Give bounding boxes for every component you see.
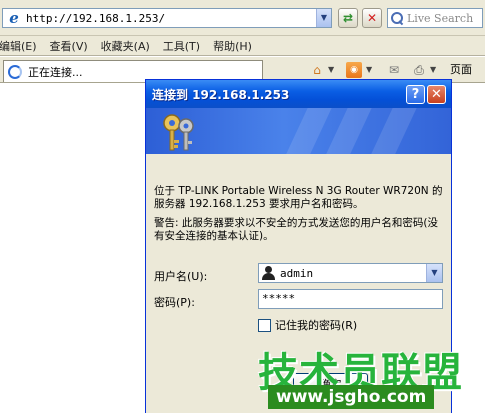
- menu-tools[interactable]: 工具(T): [163, 38, 200, 54]
- password-input[interactable]: *****: [258, 289, 443, 309]
- security-warning: 警告: 此服务器要求以不安全的方式发送您的用户名和密码(没有安全连接的基本认证)…: [154, 217, 438, 242]
- address-bar-row: e http://192.168.1.253/ ▼ ⇄ ✕ Live Searc…: [0, 0, 485, 36]
- close-button[interactable]: ✕: [427, 85, 446, 104]
- banner-stripe: [279, 108, 337, 154]
- search-icon: [390, 11, 404, 25]
- remember-password[interactable]: 记住我的密码(R): [258, 317, 357, 333]
- feed-icon[interactable]: ◉: [346, 62, 362, 78]
- loading-icon: [8, 64, 22, 79]
- search-input[interactable]: Live Search: [407, 12, 473, 25]
- dialog-banner: [146, 108, 451, 154]
- banner-stripe: [364, 108, 422, 154]
- home-dropdown-icon[interactable]: ▼: [328, 62, 334, 78]
- menu-edit[interactable]: 编辑(E): [0, 38, 37, 54]
- address-box[interactable]: e http://192.168.1.253/ ▼: [2, 8, 332, 28]
- username-input[interactable]: admin: [280, 267, 426, 280]
- page-menu[interactable]: 页面: [450, 62, 472, 78]
- menu-bar: 编辑(E) 查看(V) 收藏夹(A) 工具(T) 帮助(H): [0, 36, 485, 56]
- address-dropdown-icon[interactable]: ▼: [316, 9, 331, 27]
- watermark-url: www.jsgho.com: [268, 385, 435, 409]
- home-icon[interactable]: ⌂: [308, 62, 326, 78]
- username-dropdown-icon[interactable]: ▼: [426, 264, 442, 282]
- remember-checkbox[interactable]: [258, 318, 271, 332]
- search-box[interactable]: Live Search: [387, 8, 483, 28]
- menu-view[interactable]: 查看(V): [50, 38, 88, 54]
- dialog-title: 连接到 192.168.1.253: [152, 88, 290, 102]
- password-label: 密码(P):: [154, 296, 195, 309]
- username-combobox[interactable]: admin ▼: [258, 263, 443, 283]
- tab-label: 正在连接...: [28, 65, 83, 79]
- menu-help[interactable]: 帮助(H): [213, 38, 252, 54]
- server-message: 位于 TP-LINK Portable Wireless N 3G Router…: [154, 185, 443, 210]
- ie-icon: e: [9, 9, 19, 27]
- help-button[interactable]: ?: [406, 85, 425, 104]
- stop-icon: ✕: [366, 11, 378, 25]
- menu-favorites[interactable]: 收藏夹(A): [101, 38, 150, 54]
- keys-icon: [163, 114, 194, 151]
- go-icon: ⇄: [342, 11, 354, 25]
- remember-label: 记住我的密码(R): [275, 319, 358, 332]
- dialog-title-bar[interactable]: 连接到 192.168.1.253 ? ✕: [146, 80, 451, 108]
- stop-button[interactable]: ✕: [362, 8, 382, 28]
- print-icon[interactable]: ⎙: [410, 62, 428, 78]
- user-icon: [261, 266, 275, 280]
- print-dropdown-icon[interactable]: ▼: [430, 62, 436, 78]
- mail-icon[interactable]: ✉: [386, 62, 402, 78]
- address-input[interactable]: http://192.168.1.253/: [26, 12, 316, 25]
- feed-dropdown-icon[interactable]: ▼: [366, 62, 372, 78]
- username-label: 用户名(U):: [154, 270, 208, 283]
- go-button[interactable]: ⇄: [338, 8, 358, 28]
